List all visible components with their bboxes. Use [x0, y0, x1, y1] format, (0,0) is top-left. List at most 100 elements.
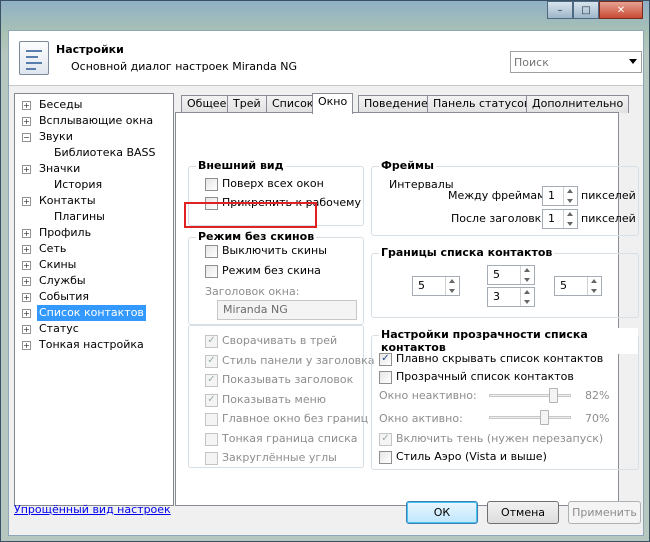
maximize-button[interactable]: □ [573, 1, 599, 19]
search-combobox[interactable] [510, 51, 642, 73]
tree-item[interactable]: Плагины [15, 209, 173, 225]
spinner-value: 1 [548, 212, 555, 225]
inactive-opacity-slider[interactable] [489, 388, 571, 403]
tree-item-label: Сеть [39, 242, 67, 255]
simple-settings-link[interactable]: Упрощённый вид настроек [14, 503, 171, 516]
checkbox-label: Главное окно без границ [222, 412, 369, 425]
window-option-checkbox[interactable]: ✓ Стиль панели у заголовка [205, 353, 375, 369]
chevron-down-icon[interactable] [629, 59, 637, 64]
checkbox-box: ✓ [205, 393, 218, 407]
tree-item-label: Контакты [39, 194, 96, 207]
fade-contact-list-checkbox[interactable]: ✓ Плавно скрывать список контактов [379, 351, 603, 367]
border-bottom-spinner[interactable]: 3 [487, 287, 535, 307]
border-top-spinner[interactable]: 5 [487, 265, 535, 285]
tree-item[interactable]: + Значки [15, 161, 173, 177]
checkbox-label: Сворачивать в трей [222, 334, 338, 347]
ok-button[interactable]: ОК [406, 501, 478, 524]
tree-item[interactable]: − Звуки [15, 129, 173, 145]
expand-icon[interactable]: + [22, 293, 31, 302]
expand-icon[interactable]: + [22, 309, 31, 318]
skinless-group-title: Режим без скинов [196, 230, 317, 243]
tree-item[interactable]: + Беседы [15, 97, 173, 113]
checkbox-label: Включить тень (нужен перезапуск) [396, 432, 604, 445]
caption-buttons: – □ ✕ [547, 1, 643, 19]
tab-item[interactable]: Окно [312, 93, 354, 114]
spin-arrows-icon[interactable] [520, 266, 534, 284]
expand-icon[interactable]: + [22, 245, 31, 254]
transparent-contact-list-checkbox[interactable]: Прозрачный список контактов [379, 369, 574, 385]
expand-icon[interactable]: + [22, 165, 31, 174]
options-tree[interactable]: + Беседы + Всплывающие окна − Звуки Библиотека… [14, 93, 174, 506]
frames-group-title: Фреймы [379, 159, 436, 172]
window-option-checkbox[interactable]: ✓ Показывать заголовок [205, 372, 353, 388]
tree-item-label: Плагины [54, 210, 105, 223]
skinless-mode-checkbox[interactable]: Режим без скина [205, 263, 321, 279]
window-option-checkbox[interactable]: ✓ Сворачивать в трей [205, 333, 337, 349]
window-option-checkbox[interactable]: Главное окно без границ [205, 411, 368, 427]
expand-icon[interactable]: + [22, 197, 31, 206]
window-option-checkbox[interactable]: Закруглённые углы [205, 450, 337, 466]
spin-arrows-icon[interactable] [563, 187, 577, 205]
enable-shadow-checkbox[interactable]: ✓ Включить тень (нужен перезапуск) [379, 431, 603, 447]
apply-button[interactable]: Применить [568, 501, 641, 524]
spin-arrows-icon[interactable] [445, 277, 459, 295]
expand-icon[interactable]: + [22, 341, 31, 350]
minimize-button[interactable]: – [547, 1, 573, 19]
checkbox-label: Выключить скины [222, 244, 327, 257]
expand-icon[interactable]: + [22, 117, 31, 126]
checkbox-box [205, 177, 218, 191]
tree-item[interactable]: История [15, 177, 173, 193]
spinner-value: 3 [493, 290, 500, 303]
tab-item[interactable]: Общее [181, 95, 233, 113]
spin-arrows-icon[interactable] [520, 288, 534, 306]
tree-item-label: Службы [39, 274, 86, 287]
search-input[interactable] [514, 55, 624, 69]
disable-skins-checkbox[interactable]: Выключить скины [205, 243, 327, 259]
border-right-spinner[interactable]: 5 [554, 276, 602, 296]
spin-arrows-icon[interactable] [587, 277, 601, 295]
tab-item[interactable]: Поведение [358, 95, 434, 113]
tree-item[interactable]: + Тонкая настройка [15, 337, 173, 353]
tab-item[interactable]: Панель статусов [427, 95, 537, 113]
settings-window: – □ ✕ Настройки Основной диалог настроек… [0, 0, 650, 542]
tree-item[interactable]: + Список контактов [15, 305, 173, 321]
window-caption-field[interactable]: Miranda NG [217, 300, 357, 320]
window-option-checkbox[interactable]: ✓ Показывать меню [205, 392, 326, 408]
window-caption-label: Заголовок окна: [205, 285, 300, 298]
collapse-icon[interactable]: − [22, 133, 31, 142]
after-title-spinner[interactable]: 1 [542, 209, 578, 229]
tree-item[interactable]: + Контакты [15, 193, 173, 209]
border-left-spinner[interactable]: 5 [412, 276, 460, 296]
tab-item[interactable]: Дополнительно [526, 95, 630, 113]
cancel-button[interactable]: Отмена [487, 501, 559, 524]
expand-icon[interactable]: + [22, 277, 31, 286]
tree-item[interactable]: + Скины [15, 257, 173, 273]
checkbox-label: Режим без скина [222, 264, 321, 277]
tree-item[interactable]: + Службы [15, 273, 173, 289]
between-frames-spinner[interactable]: 1 [542, 186, 578, 206]
dialog-client-area: Настройки Основной диалог настроек Miran… [8, 30, 644, 536]
window-option-checkbox[interactable]: Тонкая граница списка [205, 431, 358, 447]
expand-icon[interactable]: + [22, 325, 31, 334]
expand-icon[interactable]: + [22, 261, 31, 270]
tree-item[interactable]: + Сеть [15, 241, 173, 257]
tree-item-label: Всплывающие окна [39, 114, 154, 127]
spin-arrows-icon[interactable] [563, 210, 577, 228]
expand-icon[interactable]: + [22, 229, 31, 238]
tree-item[interactable]: + Всплывающие окна [15, 113, 173, 129]
slider-thumb[interactable] [540, 410, 549, 425]
checkbox-box [205, 451, 218, 465]
tab-item[interactable]: Трей [227, 95, 267, 113]
expand-icon[interactable]: + [22, 101, 31, 110]
tree-item[interactable]: + События [15, 289, 173, 305]
aero-style-checkbox[interactable]: Стиль Аэро (Vista и выше) [379, 449, 547, 465]
tree-item[interactable]: Библиотека BASS [15, 145, 173, 161]
always-on-top-checkbox[interactable]: Поверх всех окон [205, 176, 324, 192]
checkbox-box [205, 412, 218, 426]
tree-item[interactable]: + Профиль [15, 225, 173, 241]
tree-item[interactable]: + Статус [15, 321, 173, 337]
borders-group-title: Границы списка контактов [379, 246, 555, 259]
slider-thumb[interactable] [549, 388, 558, 403]
active-opacity-slider[interactable] [489, 410, 571, 425]
close-button[interactable]: ✕ [599, 1, 643, 19]
